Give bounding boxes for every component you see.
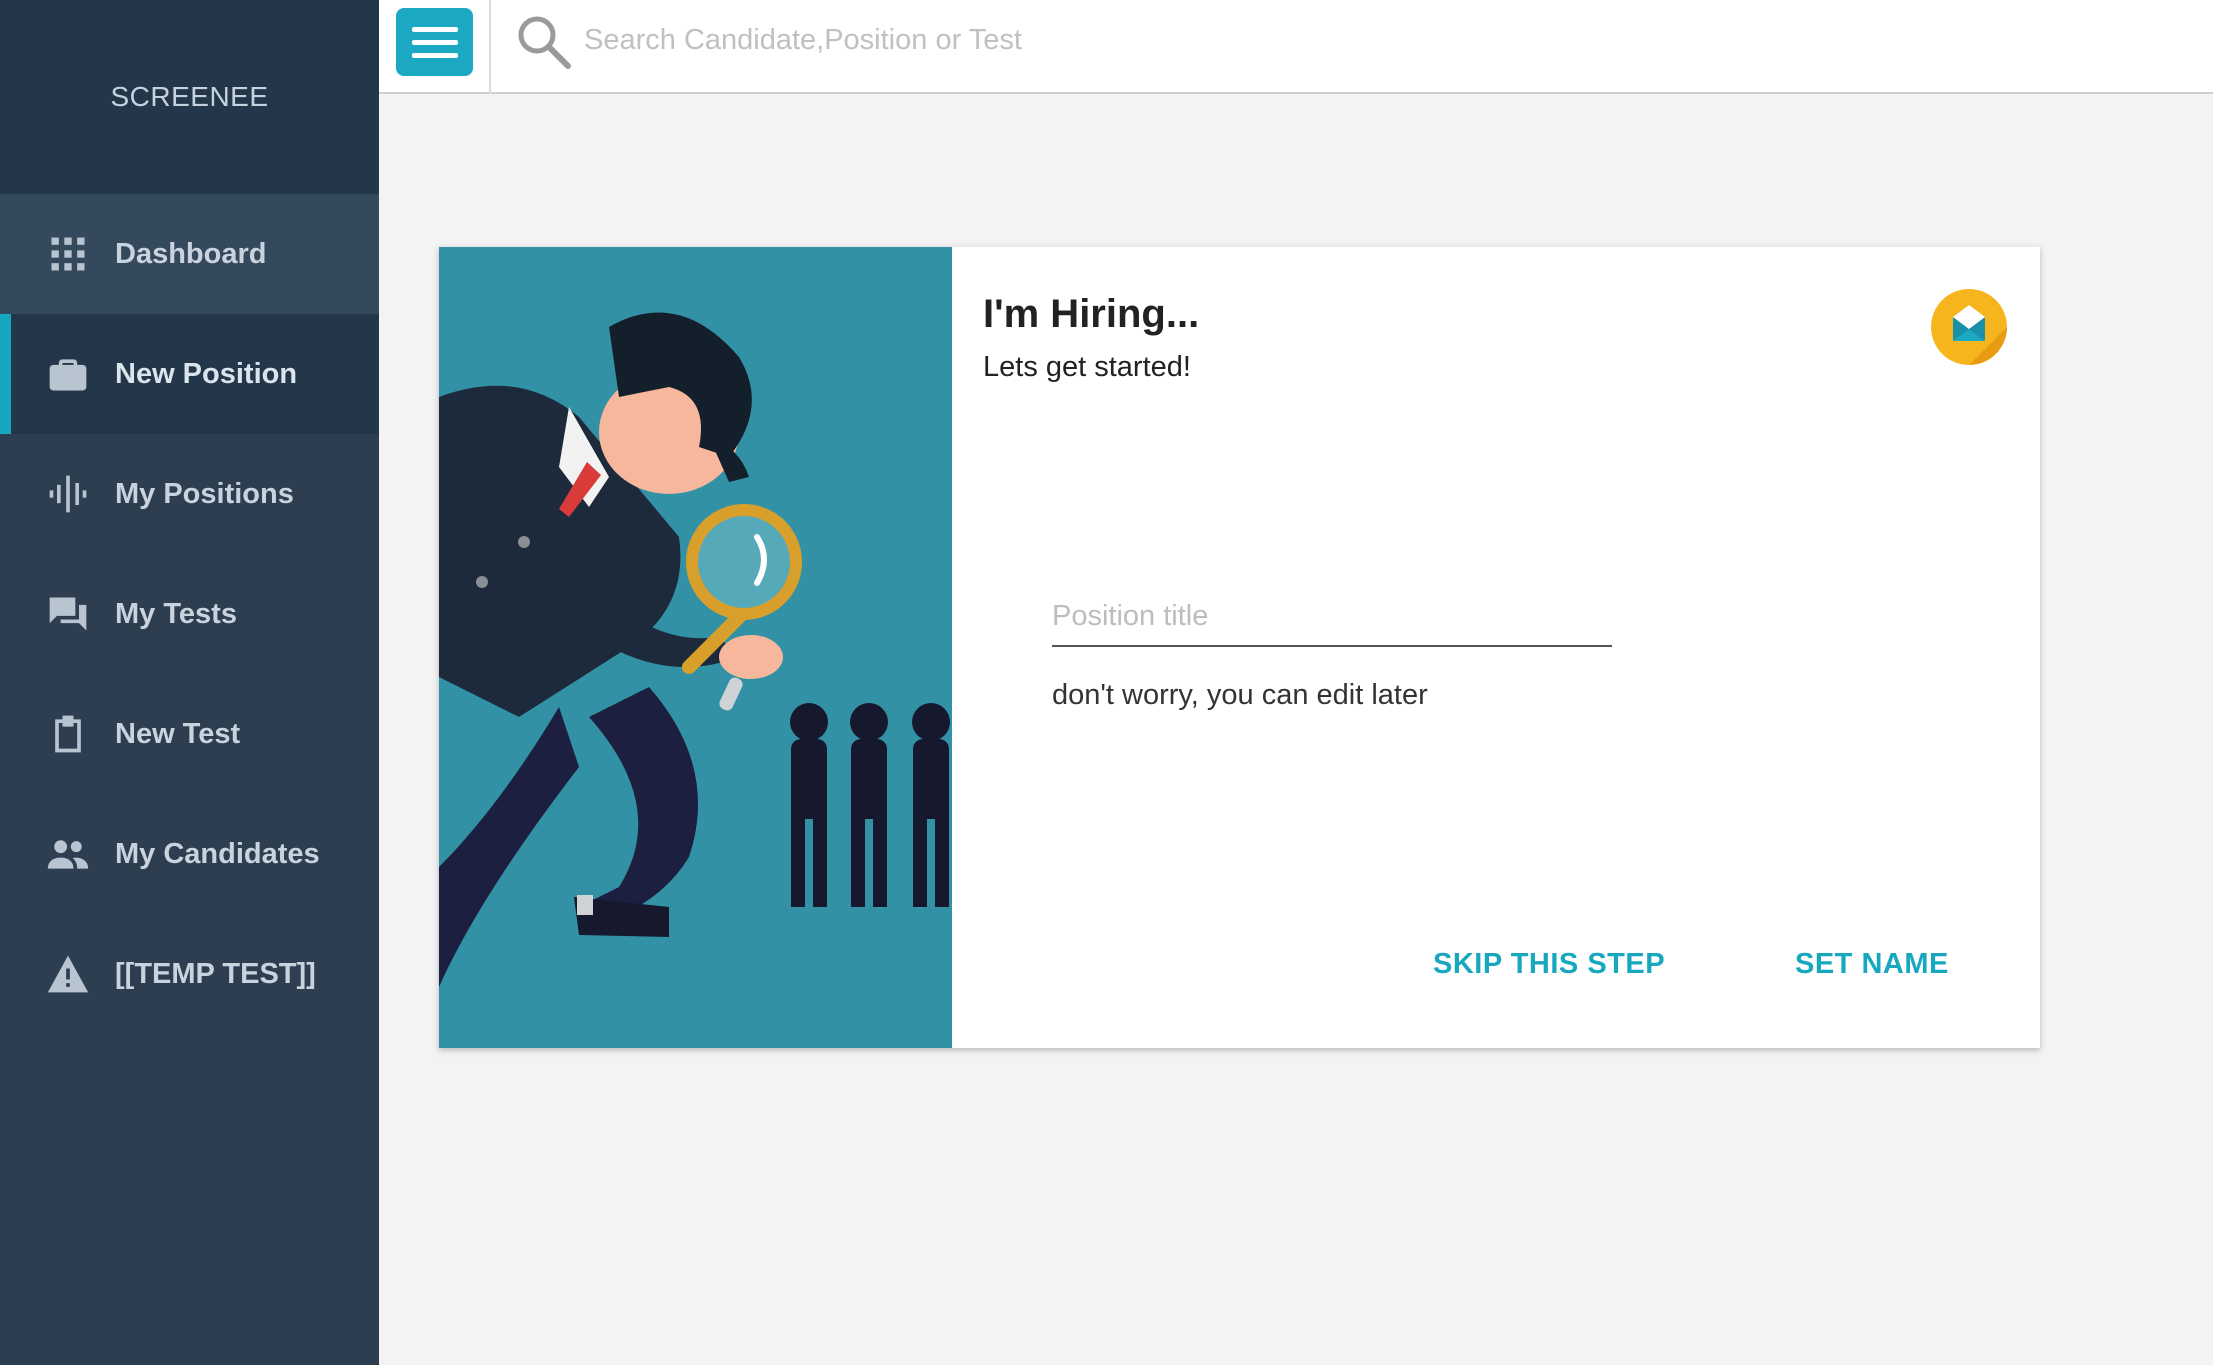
sidebar-item-dashboard[interactable]: Dashboard <box>0 194 379 314</box>
envelope-icon <box>1931 289 2007 365</box>
chat-bubbles-icon <box>46 592 90 636</box>
briefcase-icon <box>46 352 90 396</box>
hiring-card: I'm Hiring... Lets get started! don't wo… <box>439 247 2040 1048</box>
hamburger-line <box>411 39 458 45</box>
hiring-illustration <box>439 247 952 1048</box>
hamburger-line <box>411 52 458 58</box>
card-subtitle: Lets get started! <box>983 351 1191 383</box>
search-input[interactable] <box>584 14 1484 66</box>
waveform-icon <box>46 472 90 516</box>
sidebar-item-label: Dashboard <box>115 237 267 270</box>
sidebar-item-label: New Test <box>115 717 241 750</box>
hamburger-menu-button[interactable] <box>396 8 473 76</box>
sidebar-item-label: My Positions <box>115 477 294 510</box>
search-icon <box>518 16 571 69</box>
hamburger-line <box>411 26 458 32</box>
divider <box>489 0 491 94</box>
sidebar-item-my-tests[interactable]: My Tests <box>0 554 379 674</box>
people-icon <box>46 832 90 876</box>
card-title: I'm Hiring... <box>983 292 1200 336</box>
sidebar-item-new-position[interactable]: New Position <box>0 314 379 434</box>
position-title-field <box>1052 587 1612 647</box>
sidebar-item-new-test[interactable]: New Test <box>0 674 379 794</box>
grid-icon <box>46 232 90 276</box>
sidebar-item-my-positions[interactable]: My Positions <box>0 434 379 554</box>
sidebar-item-my-candidates[interactable]: My Candidates <box>0 794 379 914</box>
top-bar <box>379 0 2213 94</box>
sidebar: SCREENEE Dashboard New Position My Posit… <box>0 0 379 1365</box>
sidebar-item-label: [[TEMP TEST]] <box>115 957 316 990</box>
position-title-input[interactable] <box>1052 587 1612 647</box>
warning-icon <box>46 952 90 996</box>
sidebar-item-label: My Candidates <box>115 837 320 870</box>
sidebar-item-temp-test[interactable]: [[TEMP TEST]] <box>0 914 379 1034</box>
set-name-button[interactable]: SET NAME <box>1795 948 1949 981</box>
sidebar-item-label: My Tests <box>115 597 237 630</box>
sidebar-item-label: New Position <box>115 357 298 390</box>
clipboard-icon <box>46 712 90 756</box>
field-hint: don't worry, you can edit later <box>1052 679 1428 711</box>
brand-logo[interactable]: SCREENEE <box>0 0 379 194</box>
skip-step-button[interactable]: SKIP THIS STEP <box>1433 948 1665 981</box>
